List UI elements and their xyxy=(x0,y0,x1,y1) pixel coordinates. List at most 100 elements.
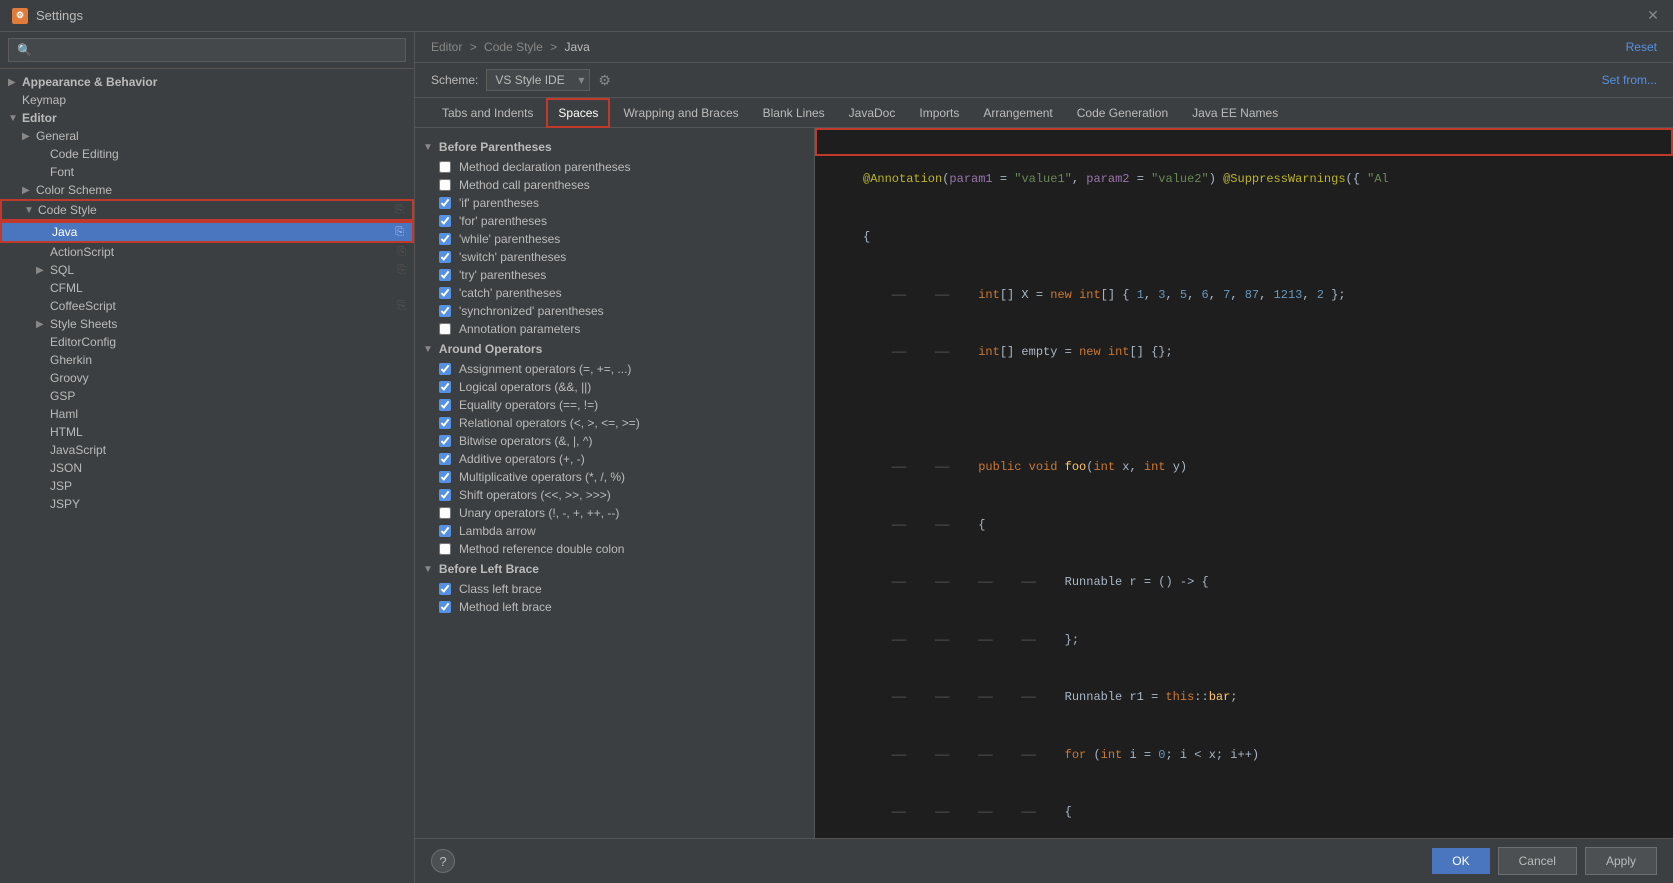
chk-for-paren-input[interactable] xyxy=(439,215,451,227)
sidebar-item-javascript[interactable]: JavaScript xyxy=(0,441,414,459)
sidebar-item-label: Appearance & Behavior xyxy=(22,75,406,89)
scheme-dropdown[interactable]: VS Style IDE xyxy=(486,69,590,91)
sidebar-item-label: JSPY xyxy=(50,497,406,511)
sidebar-item-keymap[interactable]: Keymap xyxy=(0,91,414,109)
chk-ann-params-input[interactable] xyxy=(439,323,451,335)
tab-spaces[interactable]: Spaces xyxy=(546,98,610,128)
arrow-icon: ▶ xyxy=(36,265,50,276)
chk-label: Relational operators (<, >, <=, >=) xyxy=(459,416,640,430)
tab-javadoc[interactable]: JavaDoc xyxy=(838,99,907,127)
help-button[interactable]: ? xyxy=(431,849,455,873)
chk-label: 'switch' parentheses xyxy=(459,250,566,264)
sidebar-item-groovy[interactable]: Groovy xyxy=(0,369,414,387)
chk-method-brace-input[interactable] xyxy=(439,601,451,613)
sidebar-item-label: JSON xyxy=(50,461,406,475)
sidebar-item-cfml[interactable]: CFML xyxy=(0,279,414,297)
tab-wrapping-and-braces[interactable]: Wrapping and Braces xyxy=(612,99,749,127)
sidebar-item-style-sheets[interactable]: ▶ Style Sheets xyxy=(0,315,414,333)
chk-logical-ops-input[interactable] xyxy=(439,381,451,393)
chk-method-call-paren: Method call parentheses xyxy=(415,176,814,194)
sidebar-item-json[interactable]: JSON xyxy=(0,459,414,477)
sidebar-item-editorconfig[interactable]: EditorConfig xyxy=(0,333,414,351)
chk-label: Lambda arrow xyxy=(459,524,536,538)
chk-label: Method call parentheses xyxy=(459,178,590,192)
tab-java-ee-names[interactable]: Java EE Names xyxy=(1181,99,1289,127)
sidebar-item-code-editing[interactable]: Code Editing xyxy=(0,145,414,163)
sidebar-item-gherkin[interactable]: Gherkin xyxy=(0,351,414,369)
chk-label: 'try' parentheses xyxy=(459,268,546,282)
section-before-parentheses[interactable]: ▼ Before Parentheses xyxy=(415,136,814,158)
cancel-button[interactable]: Cancel xyxy=(1498,847,1577,875)
chk-equality-ops-input[interactable] xyxy=(439,399,451,411)
chk-try-paren-input[interactable] xyxy=(439,269,451,281)
chk-method-ref: Method reference double colon xyxy=(415,540,814,558)
chk-shift-ops-input[interactable] xyxy=(439,489,451,501)
chk-method-decl-paren-input[interactable] xyxy=(439,161,451,173)
sidebar-item-label: HTML xyxy=(50,425,406,439)
tab-imports[interactable]: Imports xyxy=(908,99,970,127)
sidebar-item-appearance[interactable]: ▶ Appearance & Behavior xyxy=(0,73,414,91)
sidebar-item-actionscript[interactable]: ActionScript ⎘ xyxy=(0,243,414,261)
chk-assign-ops-input[interactable] xyxy=(439,363,451,375)
copy-icon: ⎘ xyxy=(395,204,404,217)
sidebar-item-coffeescript[interactable]: CoffeeScript ⎘ xyxy=(0,297,414,315)
section-before-left-brace[interactable]: ▼ Before Left Brace xyxy=(415,558,814,580)
tab-blank-lines[interactable]: Blank Lines xyxy=(752,99,836,127)
chk-sync-paren: 'synchronized' parentheses xyxy=(415,302,814,320)
chk-while-paren: 'while' parentheses xyxy=(415,230,814,248)
section-around-operators[interactable]: ▼ Around Operators xyxy=(415,338,814,360)
chk-if-paren-input[interactable] xyxy=(439,197,451,209)
sidebar-item-general[interactable]: ▶ General xyxy=(0,127,414,145)
main-split: ▼ Before Parentheses Method declaration … xyxy=(415,128,1673,838)
chk-relational-ops-input[interactable] xyxy=(439,417,451,429)
ok-button[interactable]: OK xyxy=(1432,848,1489,874)
chk-label: Method left brace xyxy=(459,600,552,614)
sidebar-item-jsp[interactable]: JSP xyxy=(0,477,414,495)
close-button[interactable]: ✕ xyxy=(1645,8,1661,24)
chk-bitwise-ops-input[interactable] xyxy=(439,435,451,447)
apply-button[interactable]: Apply xyxy=(1585,847,1657,875)
set-from-button[interactable]: Set from... xyxy=(1602,73,1657,87)
bottom-bar: ? OK Cancel Apply xyxy=(415,838,1673,883)
sidebar-item-java[interactable]: Java ⎘ xyxy=(0,221,414,243)
chk-class-brace-input[interactable] xyxy=(439,583,451,595)
chk-unary-ops-input[interactable] xyxy=(439,507,451,519)
chk-method-call-paren-input[interactable] xyxy=(439,179,451,191)
chk-method-ref-input[interactable] xyxy=(439,543,451,555)
chk-while-paren-input[interactable] xyxy=(439,233,451,245)
sidebar-item-html[interactable]: HTML xyxy=(0,423,414,441)
chk-label: 'while' parentheses xyxy=(459,232,560,246)
chk-mult-ops-input[interactable] xyxy=(439,471,451,483)
sidebar-item-code-style[interactable]: ▼ Code Style ⎘ xyxy=(0,199,414,221)
chk-logical-ops: Logical operators (&&, ||) xyxy=(415,378,814,396)
breadcrumb: Editor > Code Style > Java xyxy=(431,40,590,54)
tab-arrangement[interactable]: Arrangement xyxy=(972,99,1063,127)
chk-label: 'synchronized' parentheses xyxy=(459,304,604,318)
code-line-1: @Annotation(param1 = "value1", param2 = … xyxy=(815,170,1673,189)
chk-label: Equality operators (==, !=) xyxy=(459,398,598,412)
search-input[interactable] xyxy=(8,38,406,62)
breadcrumb-row: Editor > Code Style > Java Reset xyxy=(415,32,1673,63)
chk-catch-paren-input[interactable] xyxy=(439,287,451,299)
sidebar-item-editor[interactable]: ▼ Editor xyxy=(0,109,414,127)
chk-relational-ops: Relational operators (<, >, <=, >=) xyxy=(415,414,814,432)
sidebar-item-font[interactable]: Font xyxy=(0,163,414,181)
sidebar-item-label: ActionScript xyxy=(50,245,393,259)
chk-label: Annotation parameters xyxy=(459,322,580,336)
chk-switch-paren-input[interactable] xyxy=(439,251,451,263)
reset-button[interactable]: Reset xyxy=(1626,40,1657,54)
chk-label: Logical operators (&&, ||) xyxy=(459,380,591,394)
sidebar-item-sql[interactable]: ▶ SQL ⎘ xyxy=(0,261,414,279)
scheme-row: Scheme: VS Style IDE ⚙ Set from... xyxy=(415,63,1673,98)
chk-additive-ops-input[interactable] xyxy=(439,453,451,465)
sidebar-item-gsp[interactable]: GSP xyxy=(0,387,414,405)
sidebar-item-color-scheme[interactable]: ▶ Color Scheme xyxy=(0,181,414,199)
chk-lambda-arrow-input[interactable] xyxy=(439,525,451,537)
gear-button[interactable]: ⚙ xyxy=(598,72,611,89)
tab-tabs-and-indents[interactable]: Tabs and Indents xyxy=(431,99,544,127)
sidebar-item-jspy[interactable]: JSPY xyxy=(0,495,414,513)
section-label: Before Parentheses xyxy=(439,140,552,154)
sidebar-item-haml[interactable]: Haml xyxy=(0,405,414,423)
chk-sync-paren-input[interactable] xyxy=(439,305,451,317)
tab-code-generation[interactable]: Code Generation xyxy=(1066,99,1179,127)
